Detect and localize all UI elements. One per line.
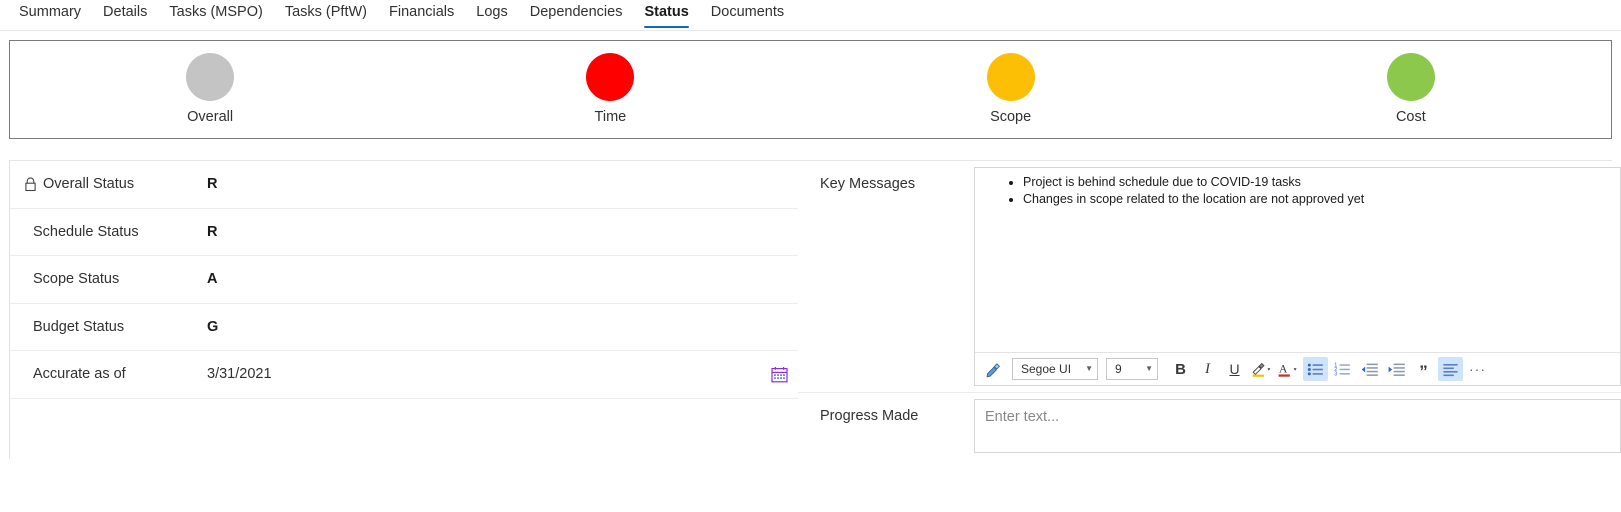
bulleted-list-button[interactable] <box>1303 357 1328 382</box>
rich-text-toolbar: Segoe UI ▼ 9 ▼ B I U A 1 2 3 ” ··· <box>975 352 1620 386</box>
status-indicator-scope[interactable]: Scope <box>811 53 1211 126</box>
quote-button[interactable]: ” <box>1411 354 1436 384</box>
status-dot-icon <box>186 53 235 101</box>
align-left-button[interactable] <box>1438 357 1463 382</box>
tab-details[interactable]: Details <box>92 0 158 30</box>
italic-button[interactable]: I <box>1195 357 1220 381</box>
field-label-text: Accurate as of <box>33 366 126 383</box>
tab-financials[interactable]: Financials <box>378 0 465 30</box>
list-item: Changes in scope related to the location… <box>1023 191 1610 208</box>
status-indicator-section: Overall Time Scope Cost <box>0 31 1621 161</box>
chevron-down-icon: ▼ <box>1085 364 1093 374</box>
date-input[interactable]: 3/31/2021 <box>192 366 771 382</box>
highlight-color-icon[interactable] <box>1249 357 1274 381</box>
field-row-accurate-as-of[interactable]: Accurate as of 3/31/2021 <box>10 351 798 399</box>
tab-documents[interactable]: Documents <box>700 0 795 30</box>
key-messages-label: Key Messages <box>820 176 916 192</box>
tab-label: Status <box>644 4 689 20</box>
svg-text:3: 3 <box>1334 371 1337 377</box>
status-dot-label: Scope <box>990 109 1032 125</box>
progress-made-placeholder: Enter text... <box>985 409 1060 426</box>
field-row-schedule-status[interactable]: Schedule Status R <box>10 209 798 256</box>
status-indicator-overall[interactable]: Overall <box>10 53 410 126</box>
status-dot-label: Cost <box>1395 109 1426 125</box>
field-label-text: Budget Status <box>33 318 125 335</box>
font-family-select[interactable]: Segoe UI ▼ <box>1012 358 1098 381</box>
svg-text:A: A <box>1279 363 1288 375</box>
list-item: Project is behind schedule due to COVID-… <box>1023 174 1610 191</box>
status-indicator-panel: Overall Time Scope Cost <box>9 40 1612 139</box>
font-size-select[interactable]: 9 ▼ <box>1106 358 1158 381</box>
tab-logs[interactable]: Logs <box>465 0 518 30</box>
chevron-down-icon: ▼ <box>1145 364 1153 374</box>
status-dot-icon <box>986 53 1035 101</box>
status-dot-icon <box>586 53 635 101</box>
field-value-budget-status: G <box>207 318 219 335</box>
field-label: Accurate as of <box>10 366 192 382</box>
tab-label: Tasks (MSPO) <box>169 4 263 20</box>
tab-label: Summary <box>19 4 82 20</box>
field-row-overall-status[interactable]: Overall Status R <box>10 161 798 209</box>
bold-button[interactable]: B <box>1168 357 1193 381</box>
tab-label: Tasks (PftW) <box>284 4 367 20</box>
progress-made-block: Progress Made Enter text... <box>798 393 1621 459</box>
progress-made-editor[interactable]: Enter text... <box>974 399 1621 453</box>
status-indicator-time[interactable]: Time <box>410 53 810 126</box>
status-fields-card: Overall Status R Schedule Status R Scope… <box>9 161 798 459</box>
key-messages-content[interactable]: Project is behind schedule due to COVID-… <box>975 168 1620 352</box>
field-label-text: Overall Status <box>43 176 135 193</box>
status-dot-icon <box>1386 53 1435 101</box>
key-messages-editor[interactable]: Project is behind schedule due to COVID-… <box>974 167 1621 387</box>
tab-tasks-mspo[interactable]: Tasks (MSPO) <box>158 0 273 30</box>
font-size-value: 9 <box>1115 362 1122 377</box>
font-color-icon[interactable]: A <box>1276 357 1301 381</box>
tab-tasks-pftw[interactable]: Tasks (PftW) <box>274 0 378 30</box>
tab-summary[interactable]: Summary <box>8 0 92 30</box>
tab-label: Dependencies <box>529 4 623 20</box>
progress-made-label: Progress Made <box>820 408 919 425</box>
calendar-icon[interactable] <box>771 366 788 383</box>
decrease-indent-button[interactable] <box>1357 357 1382 381</box>
status-indicator-cost[interactable]: Cost <box>1211 53 1611 126</box>
key-messages-list: Project is behind schedule due to COVID-… <box>985 174 1610 208</box>
main-content: Overall Status R Schedule Status R Scope… <box>0 161 1621 459</box>
field-label-text: Schedule Status <box>33 223 139 240</box>
status-dot-label: Time <box>594 109 627 125</box>
field-value-scope-status: A <box>207 271 218 288</box>
rich-text-column: Key Messages Project is behind schedule … <box>798 161 1621 459</box>
tab-label: Financials <box>389 4 455 20</box>
status-dot-label: Overall <box>187 109 234 125</box>
field-label: Schedule Status <box>10 224 192 240</box>
tab-status[interactable]: Status <box>633 0 699 30</box>
tab-dependencies[interactable]: Dependencies <box>519 0 634 30</box>
tab-active-underline <box>644 25 689 28</box>
tab-label: Logs <box>476 4 508 20</box>
field-label: Overall Status <box>10 176 192 192</box>
tab-bar: Summary Details Tasks (MSPO) Tasks (PftW… <box>0 0 1621 31</box>
lock-icon <box>24 177 37 192</box>
field-label-text: Scope Status <box>33 271 120 288</box>
numbered-list-button[interactable]: 1 2 3 <box>1330 357 1355 381</box>
tab-label: Documents <box>710 4 785 20</box>
field-row-budget-status[interactable]: Budget Status G <box>10 304 798 351</box>
key-messages-block: Key Messages Project is behind schedule … <box>798 161 1621 394</box>
status-fields-column: Overall Status R Schedule Status R Scope… <box>0 161 798 459</box>
field-value-schedule-status: R <box>207 223 218 240</box>
tab-label: Details <box>103 4 148 20</box>
format-painter-icon[interactable] <box>981 357 1006 381</box>
toolbar-overflow-button[interactable]: ··· <box>1465 357 1490 381</box>
font-family-value: Segoe UI <box>1021 362 1072 377</box>
field-label: Scope Status <box>10 271 192 287</box>
field-value-overall-status: R <box>207 176 218 193</box>
field-label: Budget Status <box>10 319 192 335</box>
underline-button[interactable]: U <box>1222 357 1247 381</box>
field-row-scope-status[interactable]: Scope Status A <box>10 256 798 304</box>
increase-indent-button[interactable] <box>1384 357 1409 381</box>
